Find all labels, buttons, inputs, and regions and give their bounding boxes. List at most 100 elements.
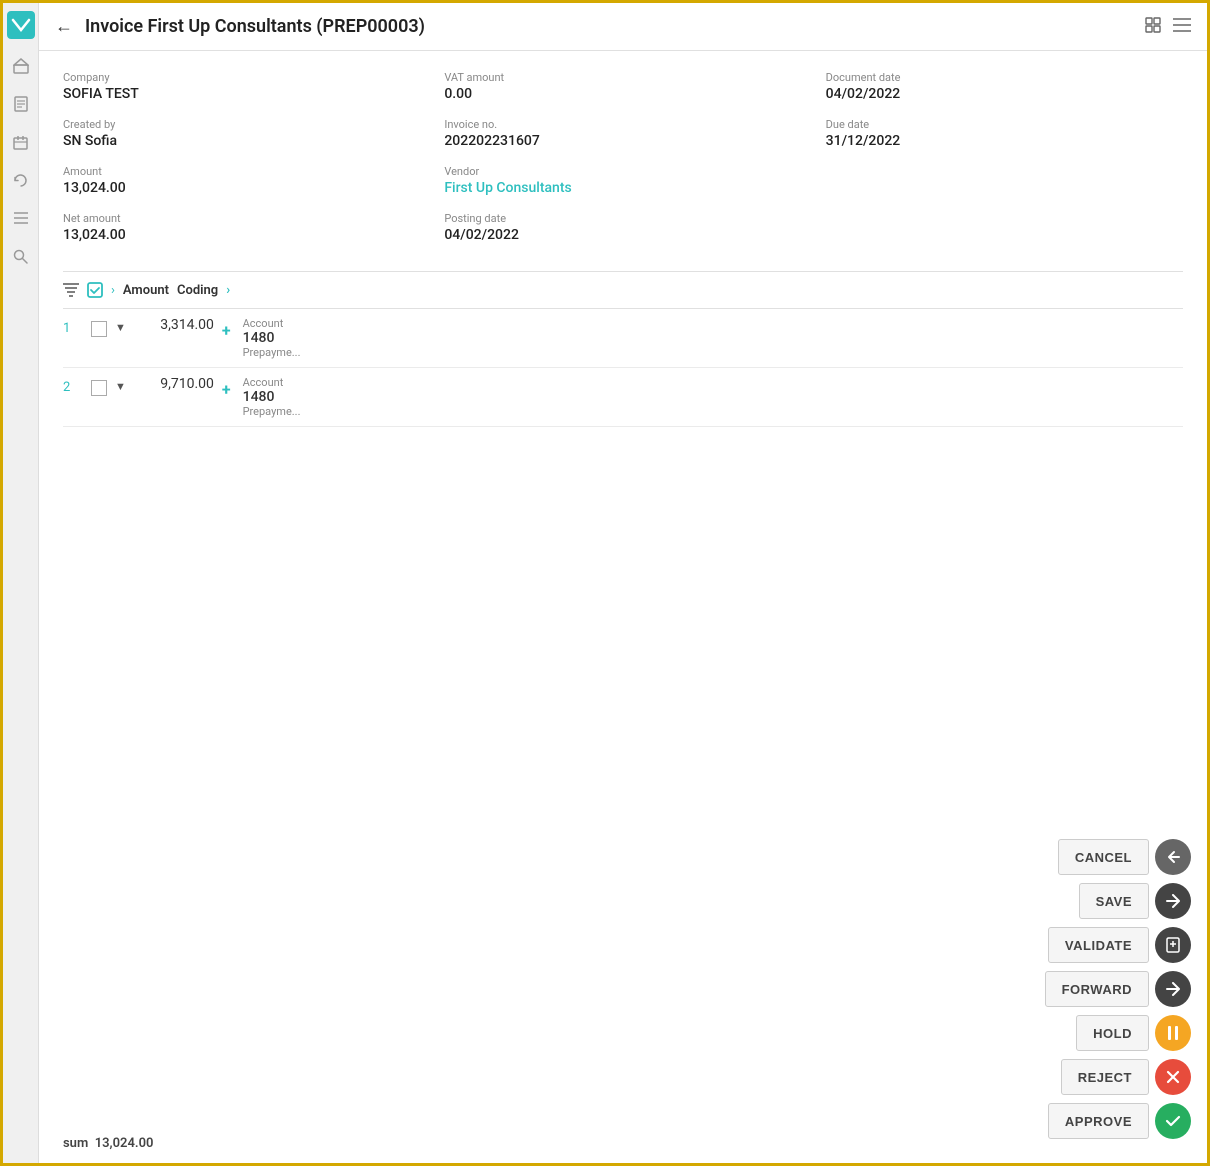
row-2-add-button[interactable]: +: [222, 380, 231, 399]
row-1-account-label: Account: [243, 317, 301, 330]
vendor-label: Vendor: [444, 165, 801, 178]
validate-icon-button[interactable]: [1155, 927, 1191, 963]
row-2-account: Account 1480 Prepayme...: [243, 376, 301, 418]
table-row: 1 ▼ 3,314.00 + Account 1480 Prepayme...: [63, 309, 1183, 368]
col-headers: Amount Coding ›: [123, 283, 230, 298]
cancel-row: CANCEL: [1058, 839, 1191, 875]
document-date-field: Document date 04/02/2022: [826, 71, 1183, 102]
expand-icon[interactable]: ›: [111, 283, 115, 298]
due-date-value: 31/12/2022: [826, 133, 1183, 149]
created-by-field: Created by SN Sofia: [63, 118, 420, 149]
sum-label: sum: [63, 1136, 88, 1151]
invoice-no-label: Invoice no.: [444, 118, 801, 131]
checkbox-checked-icon[interactable]: [87, 282, 103, 298]
net-amount-field: Net amount 13,024.00: [63, 212, 420, 243]
created-by-value: SN Sofia: [63, 133, 420, 149]
row-2-account-label: Account: [243, 376, 301, 389]
sum-bar: sum 13,024.00: [39, 1124, 177, 1163]
main-panel: ← Invoice First Up Consultants (PREP0000…: [39, 3, 1207, 1163]
cancel-icon-button[interactable]: [1155, 839, 1191, 875]
table-row: 2 ▼ 9,710.00 + Account 1480 Prepayme...: [63, 368, 1183, 427]
invoice-no-field: Invoice no. 202202231607: [444, 118, 801, 149]
row-2-chevron[interactable]: ▼: [115, 380, 126, 393]
reject-row: REJECT: [1061, 1059, 1191, 1095]
row-1-account: Account 1480 Prepayme...: [243, 317, 301, 359]
table-section: › Amount Coding › 1 ▼ 3,314.00 + Account: [63, 271, 1183, 427]
document-date-label: Document date: [826, 71, 1183, 84]
filter-icon[interactable]: [63, 283, 79, 297]
topbar-icons: [1145, 17, 1191, 37]
row-2-account-sub: Prepayme...: [243, 405, 301, 418]
row-1-num: 1: [63, 321, 83, 336]
approve-row: APPROVE: [1048, 1103, 1191, 1139]
page-title: Invoice First Up Consultants (PREP00003): [85, 16, 425, 37]
save-icon-button[interactable]: [1155, 883, 1191, 919]
hold-icon-button[interactable]: [1155, 1015, 1191, 1051]
vat-amount-label: VAT amount: [444, 71, 801, 84]
net-amount-value: 13,024.00: [63, 227, 420, 243]
posting-date-field: Posting date 04/02/2022: [444, 212, 801, 243]
table-toolbar: › Amount Coding ›: [63, 272, 1183, 309]
row-2-amount: 9,710.00: [134, 376, 214, 392]
sum-value: 13,024.00: [95, 1136, 154, 1151]
grid-icon[interactable]: [1145, 17, 1161, 37]
back-button[interactable]: ←: [55, 16, 73, 37]
row-1-account-sub: Prepayme...: [243, 346, 301, 359]
vendor-value[interactable]: First Up Consultants: [444, 180, 801, 196]
topbar: ← Invoice First Up Consultants (PREP0000…: [39, 3, 1207, 51]
company-value: SOFIA TEST: [63, 86, 420, 102]
content-area: Company SOFIA TEST Created by SN Sofia A…: [39, 51, 1207, 1163]
created-by-label: Created by: [63, 118, 420, 131]
hold-button[interactable]: HOLD: [1076, 1015, 1149, 1051]
vendor-field: Vendor First Up Consultants: [444, 165, 801, 196]
company-label: Company: [63, 71, 420, 84]
due-date-field: Due date 31/12/2022: [826, 118, 1183, 149]
sidebar: [3, 3, 39, 1163]
row-1-chevron[interactable]: ▼: [115, 321, 126, 334]
forward-icon-button[interactable]: [1155, 971, 1191, 1007]
sidebar-icon-home[interactable]: [10, 55, 32, 77]
row-1-checkbox[interactable]: [91, 321, 107, 337]
reject-button[interactable]: REJECT: [1061, 1059, 1149, 1095]
col-coding-header: Coding: [177, 283, 218, 298]
menu-icon[interactable]: [1173, 17, 1191, 37]
save-row: SAVE: [1079, 883, 1191, 919]
sidebar-icon-refresh[interactable]: [10, 169, 32, 191]
validate-button[interactable]: VALIDATE: [1048, 927, 1149, 963]
amount-value: 13,024.00: [63, 180, 420, 196]
info-grid: Company SOFIA TEST Created by SN Sofia A…: [63, 71, 1183, 243]
forward-row: FORWARD: [1045, 971, 1191, 1007]
approve-icon-button[interactable]: [1155, 1103, 1191, 1139]
reject-icon-button[interactable]: [1155, 1059, 1191, 1095]
sidebar-icon-search[interactable]: [10, 245, 32, 267]
cancel-button[interactable]: CANCEL: [1058, 839, 1149, 875]
action-bar: CANCEL SAVE VALIDATE FORWA: [1045, 823, 1207, 1163]
col-chevron-right[interactable]: ›: [226, 283, 230, 298]
posting-date-value: 04/02/2022: [444, 227, 801, 243]
sidebar-icon-bars[interactable]: [10, 207, 32, 229]
invoice-no-value: 202202231607: [444, 133, 801, 149]
vat-amount-value: 0.00: [444, 86, 801, 102]
col-amount-header: Amount: [123, 283, 169, 298]
row-1-amount: 3,314.00: [134, 317, 214, 333]
validate-row: VALIDATE: [1048, 927, 1191, 963]
sidebar-icon-docs[interactable]: [10, 93, 32, 115]
vat-amount-field: VAT amount 0.00: [444, 71, 801, 102]
net-amount-label: Net amount: [63, 212, 420, 225]
info-col-3: Document date 04/02/2022 Due date 31/12/…: [826, 71, 1183, 243]
approve-button[interactable]: APPROVE: [1048, 1103, 1149, 1139]
save-button[interactable]: SAVE: [1079, 883, 1149, 919]
row-2-checkbox[interactable]: [91, 380, 107, 396]
row-1-add-button[interactable]: +: [222, 321, 231, 340]
row-2-num: 2: [63, 380, 83, 395]
info-col-1: Company SOFIA TEST Created by SN Sofia A…: [63, 71, 420, 243]
due-date-label: Due date: [826, 118, 1183, 131]
sidebar-icon-calendar[interactable]: [10, 131, 32, 153]
row-1-account-num: 1480: [243, 330, 301, 346]
document-date-value: 04/02/2022: [826, 86, 1183, 102]
forward-button[interactable]: FORWARD: [1045, 971, 1149, 1007]
amount-field: Amount 13,024.00: [63, 165, 420, 196]
amount-label: Amount: [63, 165, 420, 178]
company-field: Company SOFIA TEST: [63, 71, 420, 102]
info-col-2: VAT amount 0.00 Invoice no. 202202231607…: [444, 71, 801, 243]
